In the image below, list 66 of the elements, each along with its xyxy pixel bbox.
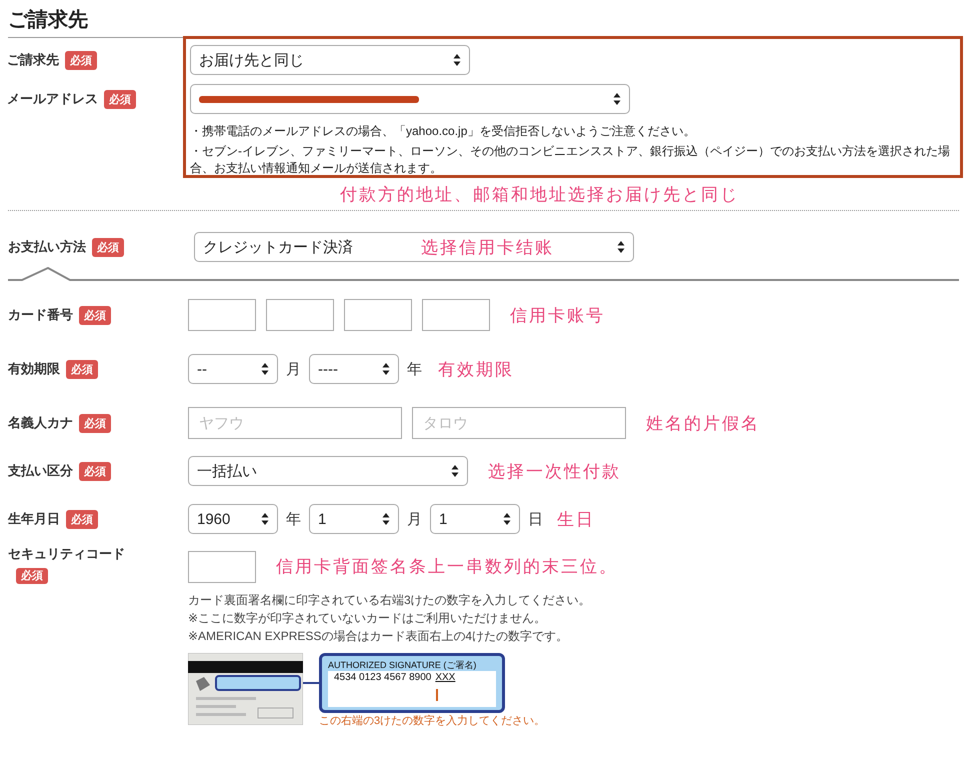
annotation-text: 有效期限 xyxy=(438,358,514,380)
help-text: ※ここに数字が印字されていないカードはご利用いただけません。 xyxy=(188,610,548,627)
birth-year-select[interactable]: 1960 xyxy=(188,504,278,534)
required-badge: 必須 xyxy=(92,238,124,256)
year-select[interactable]: ---- xyxy=(309,354,399,384)
field-label: メールアドレス xyxy=(7,90,98,108)
select-arrows-icon xyxy=(617,240,625,254)
field-label: 生年月日 xyxy=(8,510,60,528)
caption-text: この右端の3けたの数字を入力してください。 xyxy=(319,714,546,728)
required-badge: 必須 xyxy=(104,90,136,108)
signature-title: AUTHORIZED SIGNATURE (ご署名) xyxy=(328,659,476,671)
birth-month-select[interactable]: 1 xyxy=(309,504,399,534)
card-number-input[interactable] xyxy=(422,299,490,331)
annotation-text: 信用卡背面签名条上一串数列的末三位。 xyxy=(276,556,618,578)
card-number-input[interactable] xyxy=(266,299,334,331)
field-label: セキュリティコード xyxy=(8,545,126,563)
month-unit: 月 xyxy=(286,360,301,378)
payment-select[interactable]: クレジットカード決済 选择信用卡结账 xyxy=(194,232,634,262)
select-arrows-icon xyxy=(261,512,269,526)
section-title: ご請求先 xyxy=(8,0,959,38)
annotation-text: 姓名的片假名 xyxy=(646,412,760,434)
select-arrows-icon xyxy=(382,362,390,376)
help-text: カード裏面署名欄に印字されている右端3けたの数字を入力してください。 xyxy=(188,592,592,609)
required-badge: 必須 xyxy=(79,462,111,480)
year-unit: 年 xyxy=(407,360,422,378)
year-unit: 年 xyxy=(286,510,301,528)
day-unit: 日 xyxy=(528,510,543,528)
required-badge: 必須 xyxy=(79,306,111,324)
annotation-text: 付款方的地址、邮箱和地址选择お届け先と同じ xyxy=(340,184,739,206)
card-number-input[interactable] xyxy=(344,299,412,331)
month-unit: 月 xyxy=(407,510,422,528)
field-label: 有効期限 xyxy=(8,360,60,378)
security-code-input[interactable] xyxy=(188,551,256,583)
notice-text: ・携帯電話のメールアドレスの場合、「yahoo.co.jp」を受信拒否しないようご注意ください。 xyxy=(190,123,696,140)
field-label: 支払い区分 xyxy=(8,462,73,480)
required-badge: 必須 xyxy=(79,414,111,432)
billing-select[interactable]: お届け先と同じ xyxy=(190,45,470,75)
card-number-text: 4534 0123 4567 8900 xyxy=(334,672,432,683)
code-mark-text: XXX xyxy=(435,672,456,683)
field-label: お支払い方法 xyxy=(8,238,86,256)
month-select[interactable]: -- xyxy=(188,354,278,384)
select-arrows-icon xyxy=(451,464,459,478)
select-arrows-icon xyxy=(503,512,511,526)
select-arrows-icon xyxy=(261,362,269,376)
card-number-input[interactable] xyxy=(188,299,256,331)
notice-text: ・セブン-イレブン、ファミリーマート、ローソン、その他のコンビニエンスストア、銀行振込（ペイジー）でのお支払い方法を選択された場合、お支払い情報通知メールが送信されます。 xyxy=(190,143,951,177)
field-label: カード番号 xyxy=(8,306,73,324)
select-arrows-icon xyxy=(453,53,461,67)
kana-name-input[interactable]: ヤフウ xyxy=(188,407,402,439)
birth-day-select[interactable]: 1 xyxy=(430,504,520,534)
required-badge: 必須 xyxy=(16,568,48,584)
field-label: ご請求先 xyxy=(7,51,59,69)
field-label: 名義人カナ xyxy=(8,414,73,432)
annotation-text: 生日 xyxy=(557,508,595,530)
annotation-text: 信用卡账号 xyxy=(510,304,605,326)
annotation-text: 选择信用卡结账 xyxy=(421,236,555,258)
select-arrows-icon xyxy=(382,512,390,526)
kana-name-input[interactable]: タロウ xyxy=(412,407,626,439)
installment-select[interactable]: 一括払い xyxy=(188,456,468,486)
required-badge: 必須 xyxy=(66,360,98,378)
select-arrows-icon xyxy=(613,92,621,106)
email-select[interactable] xyxy=(190,84,630,114)
annotation-text: 选择一次性付款 xyxy=(488,460,621,482)
help-text: ※AMERICAN EXPRESSの場合はカード表面右上の4けたの数字です。 xyxy=(188,628,570,645)
required-badge: 必須 xyxy=(66,510,98,528)
required-badge: 必須 xyxy=(65,50,97,70)
